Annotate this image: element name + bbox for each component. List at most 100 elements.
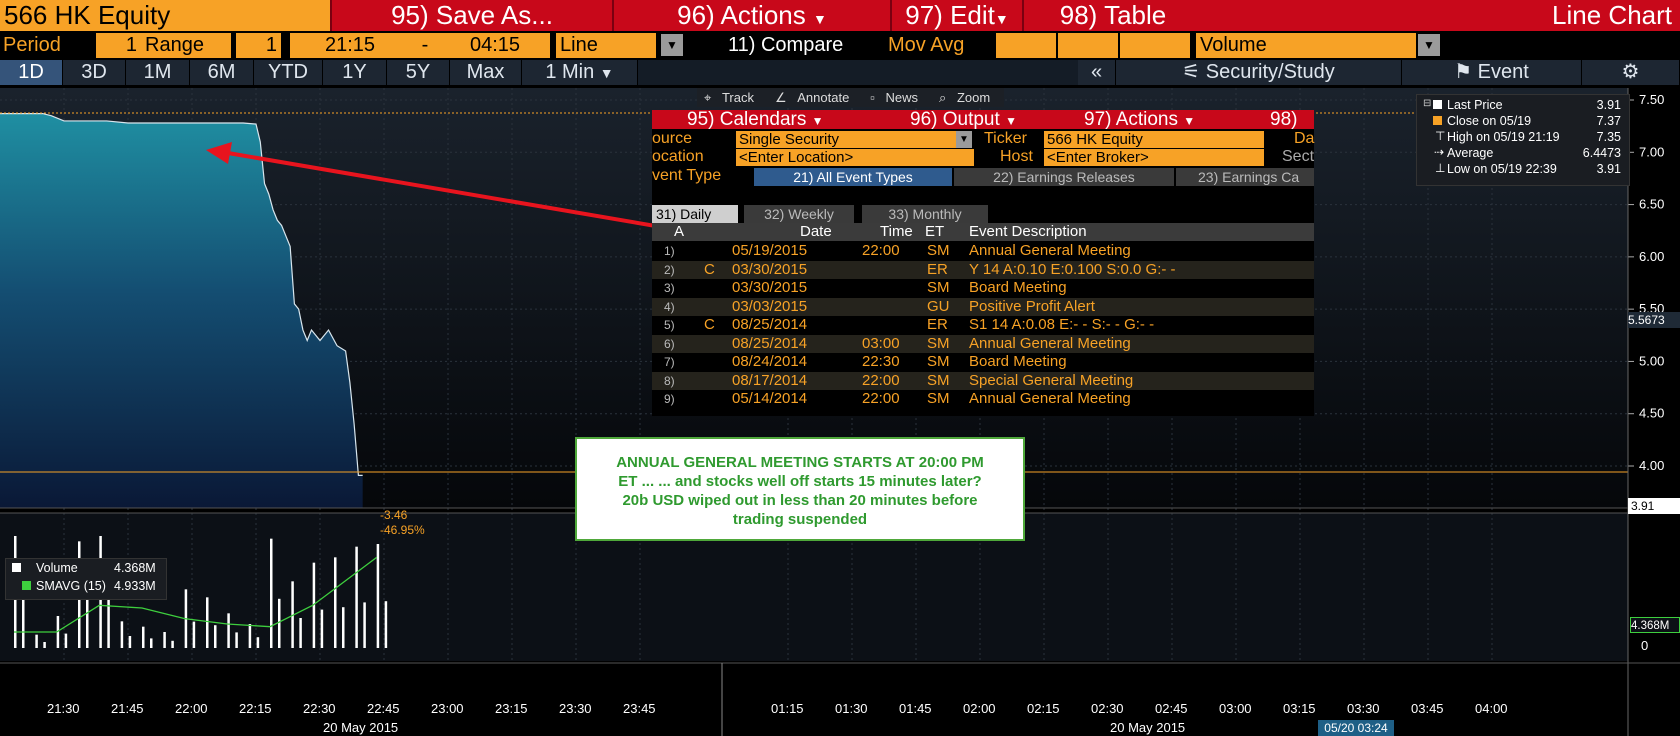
range-ytd-button[interactable]: YTD — [254, 60, 323, 85]
edit-menu[interactable]: 97) Edit▼ — [890, 0, 1022, 31]
row-number: 9) — [664, 392, 675, 406]
table-row[interactable]: 2) C 03/30/2015 ER Y 14 A:0.10 E:0.100 S:0.0… — [652, 260, 1314, 279]
news-tool[interactable]: ▫ News — [863, 90, 932, 105]
style-dropdown-button[interactable]: ▼ — [661, 34, 683, 56]
volume-bar — [64, 633, 68, 648]
volume-dropdown-button[interactable]: ▼ — [1418, 34, 1440, 56]
actions-menu[interactable]: 96) Actions ▼ — [612, 0, 890, 31]
row-et: ER — [927, 316, 948, 333]
time-to-field[interactable]: 04:15 — [440, 33, 550, 58]
x-tick-label: 23:45 — [623, 701, 656, 716]
mov-avg-field-2[interactable] — [1058, 33, 1118, 58]
volume-legend[interactable]: Volume 4.368M SMAVG (15) 4.933M — [5, 558, 167, 600]
ticker-field[interactable]: 566 HK Equity — [1044, 131, 1264, 148]
security-ticker[interactable]: 566 HK Equity — [0, 0, 330, 31]
range-max-button[interactable]: Max — [450, 60, 522, 85]
panel-actions-menu[interactable]: 97) Actions ▼ — [1084, 110, 1195, 129]
x-tick-label: 23:00 — [431, 701, 464, 716]
range-label: Range — [141, 33, 231, 58]
range-1d-button[interactable]: 1D — [0, 60, 63, 85]
volume-bar — [163, 632, 166, 648]
x-tick-label: 02:00 — [963, 701, 996, 716]
settings-button[interactable]: ⚙ — [1582, 60, 1680, 85]
row-et: SM — [927, 279, 950, 296]
mov-avg-field-3[interactable] — [1120, 33, 1190, 58]
x-tick-label: 02:30 — [1091, 701, 1124, 716]
volume-bar — [270, 538, 273, 648]
table-row[interactable]: 5) C 08/25/2014 ER S1 14 A:0.08 E:- - S:- - … — [652, 316, 1314, 335]
save-as-button[interactable]: 95) Save As... — [330, 0, 612, 31]
range-field[interactable]: 1 — [236, 33, 281, 58]
event-button[interactable]: ⚑ Event — [1402, 60, 1582, 85]
panel-more-menu[interactable]: 98) A — [1270, 110, 1314, 129]
study-icon: ⚟ — [1182, 61, 1201, 83]
annotate-tool[interactable]: ∠ Annotate — [768, 90, 863, 105]
track-tool[interactable]: ⌖ Track — [697, 90, 768, 105]
chevron-down-icon: ▼ — [666, 38, 678, 52]
row-a: C — [704, 260, 715, 278]
table-row[interactable]: 4) 03/03/2015 GU Positive Profit Alert — [652, 297, 1314, 316]
tab-daily[interactable]: 31) Daily — [652, 205, 738, 223]
y-tick-label: 4.00 — [1639, 458, 1664, 473]
y-tick-label: 7.00 — [1639, 144, 1664, 159]
row-description: Annual General Meeting — [969, 334, 1131, 352]
mov-avg-label[interactable]: Mov Avg — [888, 33, 964, 58]
output-menu[interactable]: 96) Output ▼ — [910, 110, 1017, 129]
table-row[interactable]: 6) 08/25/2014 03:00 SM Annual General Meetin… — [652, 334, 1314, 353]
last-price-label: Last Price — [1447, 98, 1503, 112]
range-1m-button[interactable]: 1M — [126, 60, 190, 85]
average-icon: ⇢ — [1434, 145, 1445, 159]
time-from-field[interactable]: 21:15 — [290, 33, 410, 58]
table-row[interactable]: 3) 03/30/2015 SM Board Meeting — [652, 279, 1314, 298]
event-type-earnings[interactable]: 22) Earnings Releases — [954, 168, 1174, 186]
price-legend[interactable]: ⊟ Last Price 3.91 Close on 05/19 7.37 ⊤ … — [1416, 94, 1630, 186]
table-button[interactable]: 98) Table — [1022, 0, 1202, 31]
volume-bar — [150, 638, 153, 648]
table-row[interactable]: 7) 08/24/2014 22:30 SM Board Meeting — [652, 353, 1314, 372]
period-field[interactable]: 1 — [96, 33, 141, 58]
collapse-button[interactable]: « — [1078, 60, 1116, 85]
location-label: ocation — [652, 148, 704, 165]
host-field[interactable]: <Enter Broker> — [1044, 149, 1264, 166]
event-type-earnings-calls[interactable]: 23) Earnings Ca — [1176, 168, 1314, 186]
x-tick-label: 21:30 — [47, 701, 80, 716]
col-date[interactable]: Date — [800, 223, 832, 241]
range-3d-button[interactable]: 3D — [63, 60, 126, 85]
event-type-label: vent Type — [652, 167, 722, 184]
compare-button[interactable]: 11) Compare — [728, 33, 843, 58]
volume-bar — [363, 602, 366, 648]
chevron-down-icon: ▼ — [599, 65, 614, 81]
chevron-down-icon: ▼ — [1183, 114, 1196, 128]
tab-weekly[interactable]: 32) Weekly — [744, 205, 854, 223]
range-1y-button[interactable]: 1Y — [323, 60, 387, 85]
interval-select[interactable]: 1 Min ▼ — [522, 60, 638, 85]
table-row[interactable]: 1) 05/19/2015 22:00 SM Annual General Meetin… — [652, 242, 1314, 261]
col-a[interactable]: A — [674, 223, 684, 241]
mov-avg-field-1[interactable] — [996, 33, 1056, 58]
row-time: 03:00 — [862, 334, 900, 352]
location-field[interactable]: <Enter Location> — [736, 149, 974, 166]
range-5y-button[interactable]: 5Y — [387, 60, 450, 85]
x-tick-label: 02:15 — [1027, 701, 1060, 716]
volume-select[interactable]: Volume — [1196, 33, 1416, 58]
event-type-all[interactable]: 21) All Event Types — [754, 168, 952, 186]
tab-monthly[interactable]: 33) Monthly — [862, 205, 988, 223]
x-tick-label: 03:00 — [1219, 701, 1252, 716]
col-et[interactable]: ET — [925, 223, 944, 241]
table-row[interactable]: 9) 05/14/2014 22:00 SM Annual General Meetin… — [652, 390, 1314, 409]
zoom-tool[interactable]: ⌕ Zoom — [932, 90, 1004, 105]
x-tick-label: 23:15 — [495, 701, 528, 716]
source-dropdown[interactable]: ▼ — [956, 131, 972, 148]
range-6m-button[interactable]: 6M — [190, 60, 254, 85]
table-row[interactable]: 8) 08/17/2014 22:00 SM Special General Meeti… — [652, 371, 1314, 390]
col-time[interactable]: Time — [880, 223, 913, 241]
legend-collapse-icon[interactable]: ⊟ — [1423, 98, 1431, 109]
row-number: 3) — [664, 281, 675, 295]
calendars-menu[interactable]: 95) Calendars ▼ — [687, 110, 824, 129]
security-study-button[interactable]: ⚟ Security/Study — [1116, 60, 1402, 85]
average-value: 6.4473 — [1582, 146, 1621, 160]
chart-style-select[interactable]: Line — [556, 33, 656, 58]
col-description[interactable]: Event Description — [969, 223, 1087, 241]
source-select[interactable]: Single Security — [736, 131, 960, 148]
date-label: Da — [1294, 130, 1315, 147]
